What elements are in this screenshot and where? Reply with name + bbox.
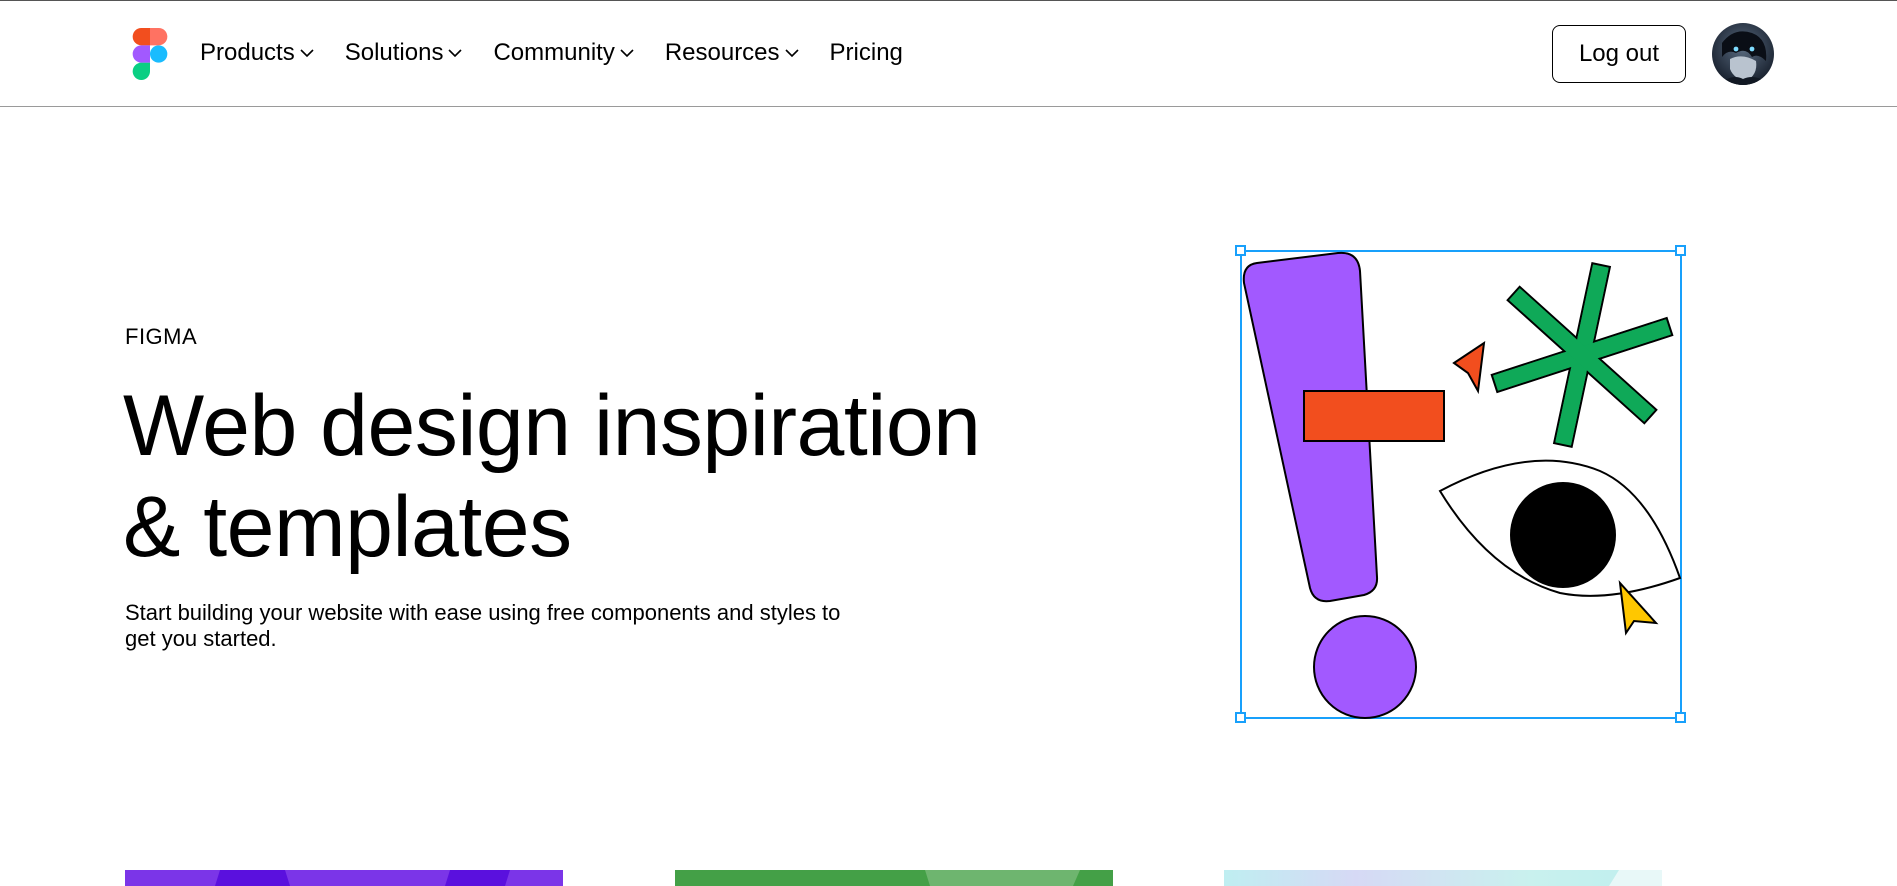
- selection-handle-tl: [1235, 245, 1246, 256]
- hero-subtitle: Start building your website with ease us…: [125, 600, 885, 652]
- template-card-2-art: [925, 870, 1080, 886]
- chevron-down-icon: [620, 49, 634, 58]
- page-title: Web design inspiration & templates: [123, 376, 1083, 578]
- main-nav: Products Solutions Community Resources P…: [200, 37, 934, 69]
- template-card-1[interactable]: [125, 870, 563, 886]
- page-title-line-1: Web design inspiration: [123, 378, 981, 474]
- exclamation-dot-shape: [1313, 615, 1417, 719]
- template-card-3[interactable]: [1224, 870, 1662, 886]
- site-header: Products Solutions Community Resources P…: [0, 1, 1897, 107]
- hero-eyebrow: FIGMA: [125, 324, 198, 349]
- user-avatar[interactable]: [1712, 23, 1774, 85]
- template-card-1-art: [215, 870, 510, 886]
- nav-item-solutions[interactable]: Solutions: [345, 37, 463, 69]
- template-card-2[interactable]: [675, 870, 1113, 886]
- nav-item-label: Community: [493, 39, 615, 66]
- page: Products Solutions Community Resources P…: [0, 0, 1897, 886]
- chevron-down-icon: [448, 49, 463, 58]
- nav-item-pricing[interactable]: Pricing: [830, 37, 903, 69]
- avatar-image-icon: [1712, 23, 1774, 85]
- selection-handle-bl: [1235, 712, 1246, 723]
- nav-item-label: Pricing: [829, 39, 903, 66]
- nav-item-resources[interactable]: Resources: [665, 37, 799, 69]
- figma-logo-icon[interactable]: [131, 28, 169, 80]
- selection-handle-br: [1675, 712, 1686, 723]
- page-title-line-2: & templates: [123, 479, 572, 575]
- hero-subtitle-line-2: get you started.: [125, 626, 277, 651]
- hero-illustration: [1235, 245, 1686, 723]
- logout-button[interactable]: Log out: [1552, 25, 1686, 83]
- orange-rect-shape: [1303, 390, 1445, 442]
- chevron-down-icon: [300, 49, 314, 58]
- nav-item-label: Solutions: [344, 39, 444, 66]
- hero-subtitle-line-1: Start building your website with ease us…: [125, 600, 841, 625]
- orange-cursor-icon: [1452, 340, 1486, 395]
- nav-item-products[interactable]: Products: [200, 37, 314, 69]
- chevron-down-icon: [784, 49, 799, 58]
- eye-pupil-shape: [1510, 482, 1616, 588]
- green-asterisk-shape: [1490, 261, 1674, 449]
- nav-item-label: Resources: [664, 39, 780, 66]
- selection-handle-tr: [1675, 245, 1686, 256]
- nav-item-label: Products: [200, 39, 295, 66]
- template-card-3-art: [1609, 870, 1662, 886]
- nav-item-community[interactable]: Community: [493, 37, 634, 69]
